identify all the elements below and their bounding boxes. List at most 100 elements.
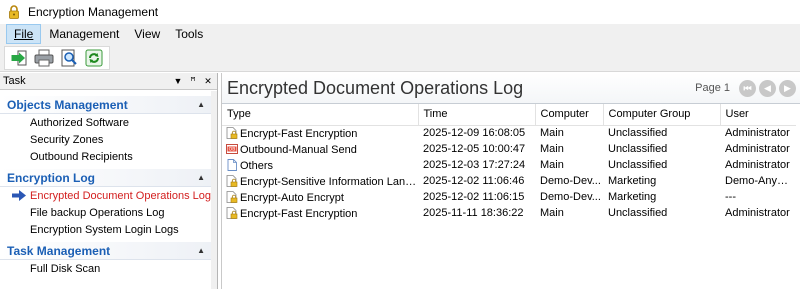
refresh-button[interactable]	[84, 48, 104, 68]
task-item-authorized-software[interactable]: Authorized Software	[0, 114, 211, 131]
task-item-file-backup-operations-log[interactable]: File backup Operations Log	[0, 204, 211, 221]
task-item-outbound-recipients[interactable]: Outbound Recipients	[0, 148, 211, 165]
collapse-icon[interactable]: ▲	[197, 173, 205, 182]
menu-tools-label: Tools	[175, 27, 204, 41]
login-button[interactable]	[9, 48, 29, 68]
column-header-time[interactable]: Time	[418, 104, 536, 126]
group-header-encryption-log[interactable]: Encryption Log ▲	[0, 169, 211, 187]
document-icon	[227, 158, 237, 171]
login-icon	[11, 50, 27, 66]
task-item-label: Security Zones	[30, 133, 104, 146]
group-cell: Marketing	[608, 175, 657, 187]
task-item-label: Full Disk Scan	[30, 262, 101, 275]
group-header-objects-management[interactable]: Objects Management ▲	[0, 96, 211, 114]
task-item-encryption-system-login-logs[interactable]: Encryption System Login Logs	[0, 221, 211, 238]
menu-tools[interactable]: Tools	[168, 25, 210, 43]
menu-file[interactable]: File	[6, 24, 42, 44]
task-item-label: Authorized Software	[30, 116, 130, 129]
group-cell: Unclassified	[608, 159, 668, 171]
table-row[interactable]: Encrypt-Fast Encryption 2025-11-11 18:36…	[222, 205, 796, 221]
menu-management-label: Management	[49, 27, 120, 41]
group-label: Encryption Log	[7, 170, 95, 185]
type-text: Encrypt-Fast Encryption	[240, 127, 358, 140]
table-header-row: Type Time Computer Computer Group User	[222, 104, 796, 126]
time-cell: 2025-11-11 18:36:22	[423, 207, 524, 219]
pane-dropdown-icon[interactable]: ▼	[172, 76, 184, 86]
group-encryption-log: Encryption Log ▲ Encrypted Document Oper…	[0, 169, 211, 238]
first-page-button[interactable]: ⏮	[739, 79, 756, 97]
print-button[interactable]	[34, 48, 54, 68]
lock-document-icon	[226, 126, 238, 139]
time-cell: 2025-12-09 16:08:05	[423, 127, 526, 140]
task-pane-scrollbar[interactable]	[211, 91, 217, 289]
next-page-icon: ▶	[784, 82, 791, 93]
task-item-label: File backup Operations Log	[30, 206, 165, 219]
group-header-task-management[interactable]: Task Management ▲	[0, 242, 211, 260]
time-cell: 2025-12-03 17:27:24	[423, 159, 526, 171]
print-preview-button[interactable]	[59, 48, 79, 68]
table-row[interactable]: Encrypt-Fast Encryption 2025-12-09 16:08…	[222, 125, 796, 141]
group-cell: Marketing	[608, 191, 657, 203]
lock-document-icon	[226, 206, 238, 219]
svg-text:OB: OB	[229, 146, 236, 152]
main-header: Encrypted Document Operations Log Page 1…	[222, 73, 800, 104]
table-row[interactable]: Others 2025-12-03 17:27:24 Main Unclassi…	[222, 157, 796, 173]
type-cell: Encrypt-Sensitive Information Landing...	[222, 173, 418, 189]
arrow-right-icon	[12, 190, 26, 201]
group-cell: Unclassified	[608, 207, 668, 219]
user-cell: Demo-AnySec...	[725, 175, 796, 187]
task-item-full-disk-scan[interactable]: Full Disk Scan	[0, 260, 211, 277]
lock-document-icon	[226, 190, 238, 203]
computer-cell: Demo-Dev...	[540, 191, 601, 203]
table-row[interactable]: Encrypt-Auto Encrypt 2025-12-02 11:06:15…	[222, 189, 796, 205]
prev-page-icon: ◀	[764, 82, 771, 93]
computer-cell: Demo-Dev...	[540, 175, 601, 187]
lock-document-icon	[226, 174, 238, 187]
menu-view-label: View	[134, 27, 161, 41]
group-objects-management: Objects Management ▲ Authorized Software…	[0, 96, 211, 165]
computer-cell: Main	[540, 207, 564, 219]
user-cell: Administrator	[725, 143, 790, 155]
print-preview-icon	[61, 49, 77, 67]
table-row[interactable]: Encrypt-Sensitive Information Landing...…	[222, 173, 796, 189]
group-cell: Unclassified	[608, 127, 668, 140]
close-icon[interactable]: ✕	[202, 76, 214, 87]
task-pane-header: Task ▼ ꟸ ✕	[0, 73, 217, 90]
type-text: Encrypt-Sensitive Information Landing...	[240, 175, 418, 188]
task-item-encrypted-document-operations-log[interactable]: Encrypted Document Operations Log	[0, 187, 211, 204]
task-pane-title: Task	[3, 75, 26, 87]
task-item-security-zones[interactable]: Security Zones	[0, 131, 211, 148]
type-cell: Encrypt-Fast Encryption	[222, 205, 418, 221]
menu-management[interactable]: Management	[42, 25, 126, 43]
type-cell: OB Outbound-Manual Send	[222, 141, 418, 157]
toolbar	[0, 44, 800, 72]
collapse-icon[interactable]: ▲	[197, 246, 205, 255]
type-text: Encrypt-Fast Encryption	[240, 207, 358, 220]
operations-log-table: Type Time Computer Computer Group User E…	[222, 104, 796, 221]
menu-file-label: File	[14, 27, 34, 41]
type-text: Outbound-Manual Send	[240, 143, 357, 156]
user-cell: Administrator	[725, 127, 790, 140]
user-cell: Administrator	[725, 207, 790, 219]
column-header-type[interactable]: Type	[222, 104, 419, 126]
collapse-icon[interactable]: ▲	[197, 100, 205, 109]
table-row[interactable]: OB Outbound-Manual Send 2025-12-05 10:00:…	[222, 141, 796, 157]
column-header-user[interactable]: User	[720, 104, 796, 126]
computer-cell: Main	[540, 159, 564, 171]
menu-view[interactable]: View	[127, 25, 167, 43]
toolbar-strip	[4, 46, 110, 70]
menu-bar: File Management View Tools	[0, 24, 800, 44]
outbound-send-icon: OB	[226, 143, 238, 154]
pin-icon[interactable]: ꟸ	[187, 76, 199, 87]
time-cell: 2025-12-02 11:06:15	[423, 191, 525, 203]
time-cell: 2025-12-02 11:06:46	[423, 175, 525, 187]
print-icon	[34, 49, 54, 67]
type-cell: Others	[222, 157, 418, 173]
task-pane-body: Objects Management ▲ Authorized Software…	[0, 91, 211, 289]
next-page-button[interactable]: ▶	[779, 79, 796, 97]
padlock-icon	[9, 5, 19, 19]
user-cell: ---	[725, 191, 736, 203]
prev-page-button[interactable]: ◀	[759, 79, 776, 97]
column-header-computer-group[interactable]: Computer Group	[603, 104, 721, 126]
column-header-computer[interactable]: Computer	[535, 104, 604, 126]
